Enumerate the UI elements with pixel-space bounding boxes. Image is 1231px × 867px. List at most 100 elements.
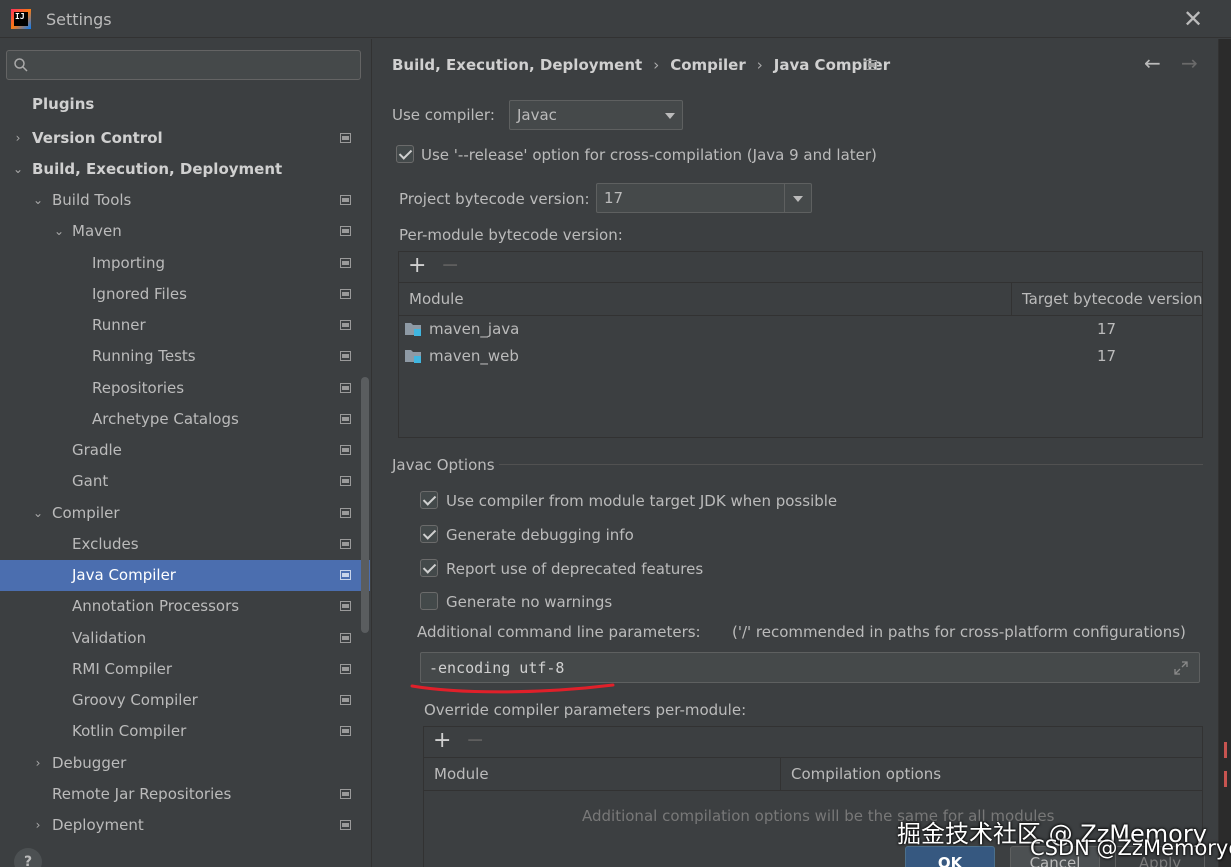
sidebar-item-running-tests[interactable]: Running Tests <box>0 341 370 372</box>
chevron-right-icon[interactable]: › <box>31 748 45 779</box>
project-level-icon <box>340 289 351 299</box>
project-level-icon <box>340 789 351 799</box>
sidebar-item-build-tools[interactable]: ⌄ Build Tools <box>0 185 370 216</box>
sidebar-item-rmi-compiler[interactable]: RMI Compiler <box>0 654 370 685</box>
sidebar-item-label: Archetype Catalogs <box>92 410 239 428</box>
per-module-bytecode-label: Per-module bytecode version: <box>399 226 623 244</box>
sidebar-item-version-control[interactable]: › Version Control <box>0 123 370 154</box>
sidebar-item-label: Deployment <box>52 816 144 834</box>
sidebar-item-label: Plugins <box>32 95 95 113</box>
sidebar-item-label: Runner <box>92 316 146 334</box>
target-version: 17 <box>1097 347 1117 365</box>
search-box[interactable] <box>6 50 361 80</box>
sidebar-item-gradle[interactable]: Gradle <box>0 435 370 466</box>
project-level-icon <box>340 320 351 330</box>
combo-divider <box>784 184 785 212</box>
remove-icon[interactable]: − <box>441 253 459 278</box>
use-target-jdk-label: Use compiler from module target JDK when… <box>446 492 838 510</box>
back-arrow-icon[interactable]: ← <box>1144 51 1161 75</box>
sidebar-item-excludes[interactable]: Excludes <box>0 529 370 560</box>
sidebar-item-annotation-processors[interactable]: Annotation Processors <box>0 591 370 622</box>
table-row[interactable]: maven_java 17 <box>399 316 1202 343</box>
bytecode-version-table: + − Module Target bytecode version maven… <box>398 251 1203 438</box>
module-name: maven_web <box>429 347 519 365</box>
debugging-info-checkbox[interactable] <box>420 525 438 543</box>
sidebar-item-remote-jar-repositories[interactable]: Remote Jar Repositories <box>0 779 370 810</box>
sidebar-item-label: Maven <box>72 222 122 240</box>
red-annotation-underline <box>410 683 615 694</box>
chevron-down-icon[interactable]: ⌄ <box>31 185 45 216</box>
sidebar-item-debugger[interactable]: › Debugger <box>0 748 370 779</box>
sidebar-item-compiler[interactable]: ⌄ Compiler <box>0 498 370 529</box>
use-compiler-value: Javac <box>517 106 557 124</box>
csdn-watermark: CSDN @ZzMemorye <box>1030 836 1231 860</box>
sidebar-item-groovy-compiler[interactable]: Groovy Compiler <box>0 685 370 716</box>
additional-params-field[interactable] <box>420 652 1200 683</box>
chevron-down-icon[interactable]: ⌄ <box>52 216 66 247</box>
column-header-target[interactable]: Target bytecode version <box>1011 283 1203 316</box>
project-level-icon <box>340 414 351 424</box>
add-icon[interactable]: + <box>408 253 426 278</box>
project-level-icon <box>340 726 351 736</box>
deprecated-features-checkbox[interactable] <box>420 559 438 577</box>
chevron-down-icon[interactable]: ⌄ <box>11 154 25 185</box>
project-level-icon <box>340 383 351 393</box>
sidebar-item-repositories[interactable]: Repositories <box>0 373 370 404</box>
sidebar-item-maven[interactable]: ⌄ Maven <box>0 216 370 247</box>
no-warnings-checkbox[interactable] <box>420 592 438 610</box>
sidebar-item-validation[interactable]: Validation <box>0 623 370 654</box>
sidebar-item-label: Ignored Files <box>92 285 187 303</box>
use-target-jdk-checkbox[interactable] <box>420 491 438 509</box>
deprecated-features-label: Report use of deprecated features <box>446 560 704 578</box>
table-row[interactable]: maven_web 17 <box>399 343 1202 370</box>
sidebar-item-ignored-files[interactable]: Ignored Files <box>0 279 370 310</box>
sidebar-item-runner[interactable]: Runner <box>0 310 370 341</box>
sidebar-item-label: Java Compiler <box>72 566 176 584</box>
additional-params-input[interactable] <box>429 657 1169 679</box>
breadcrumb-item[interactable]: Build, Execution, Deployment <box>392 56 642 74</box>
sidebar-item-label: Validation <box>72 629 147 647</box>
project-level-icon <box>340 633 351 643</box>
project-bytecode-select[interactable]: 17 <box>596 183 812 213</box>
sidebar-item-label: Groovy Compiler <box>72 691 198 709</box>
sidebar-scrollbar[interactable] <box>361 377 369 633</box>
sidebar-item-kotlin-compiler[interactable]: Kotlin Compiler <box>0 716 370 747</box>
column-header-compilation-options[interactable]: Compilation options <box>780 758 1202 791</box>
release-option-label: Use '--release' option for cross-compila… <box>421 146 877 164</box>
chevron-right-icon[interactable]: › <box>31 810 45 841</box>
project-level-icon <box>340 133 351 143</box>
sidebar-item-build-execution-deployment[interactable]: ⌄ Build, Execution, Deployment <box>0 154 370 185</box>
use-compiler-select[interactable]: Javac <box>509 100 683 130</box>
project-bytecode-label: Project bytecode version: <box>399 190 590 208</box>
dropdown-arrow-icon <box>793 196 803 202</box>
sidebar-item-label: Build Tools <box>52 191 132 209</box>
sidebar-item-plugins[interactable]: Plugins <box>0 89 370 120</box>
release-option-checkbox[interactable] <box>396 145 414 163</box>
expand-icon[interactable] <box>1173 660 1189 676</box>
sidebar-item-java-compiler[interactable]: Java Compiler <box>0 560 370 591</box>
forward-arrow-icon[interactable]: → <box>1181 51 1198 75</box>
sidebar-item-label: Running Tests <box>92 347 196 365</box>
breadcrumb-separator: › <box>756 56 763 74</box>
settings-sidebar: Plugins › Version Control ⌄ Build, Execu… <box>0 39 372 867</box>
sidebar-item-archetype-catalogs[interactable]: Archetype Catalogs <box>0 404 370 435</box>
breadcrumb-item[interactable]: Compiler <box>670 56 746 74</box>
project-level-icon <box>340 695 351 705</box>
add-icon[interactable]: + <box>433 728 451 753</box>
search-input[interactable] <box>37 55 355 75</box>
sidebar-item-gant[interactable]: Gant <box>0 466 370 497</box>
sidebar-item-deployment[interactable]: › Deployment <box>0 810 370 841</box>
remove-icon[interactable]: − <box>466 728 484 753</box>
project-level-icon <box>340 351 351 361</box>
chevron-right-icon[interactable]: › <box>11 123 25 154</box>
sidebar-item-importing[interactable]: Importing <box>0 248 370 279</box>
sidebar-item-label: Gradle <box>72 441 122 459</box>
ok-button[interactable]: OK <box>905 846 995 867</box>
column-header-module[interactable]: Module <box>399 283 1011 316</box>
close-icon[interactable]: ✕ <box>1180 6 1206 32</box>
project-level-icon <box>340 195 351 205</box>
intellij-logo-icon: IJ <box>11 9 31 29</box>
column-header-module[interactable]: Module <box>424 758 780 791</box>
sidebar-item-label: Build, Execution, Deployment <box>32 160 283 178</box>
chevron-down-icon[interactable]: ⌄ <box>31 498 45 529</box>
